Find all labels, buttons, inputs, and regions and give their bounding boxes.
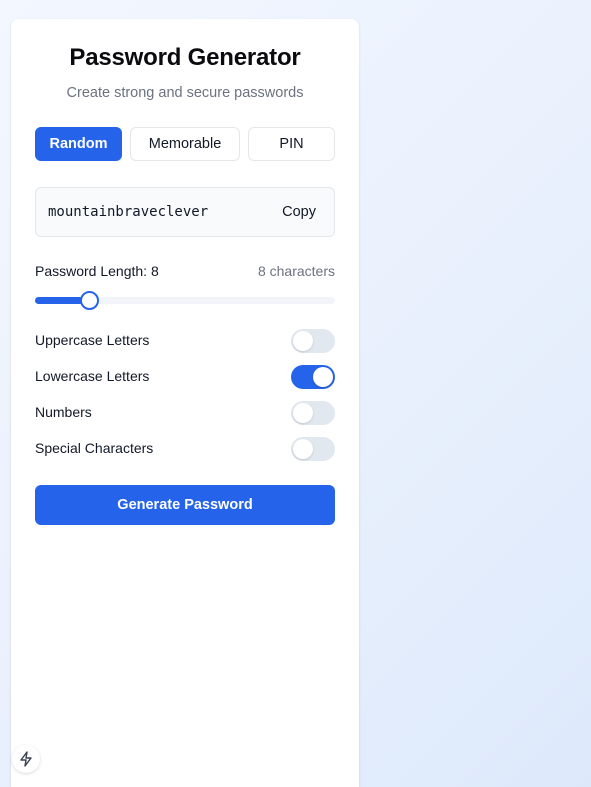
option-label: Uppercase Letters <box>35 332 150 348</box>
toggle-knob <box>293 403 313 423</box>
page-subtitle: Create strong and secure passwords <box>66 85 304 101</box>
option-special-characters: Special Characters <box>35 437 335 461</box>
password-length-count: 8 characters <box>257 263 335 279</box>
toggle-knob <box>293 331 313 351</box>
password-length-label: Password Length: 8 <box>35 263 159 279</box>
copy-button[interactable]: Copy <box>276 202 322 222</box>
lightning-bolt-icon[interactable] <box>12 745 40 773</box>
option-lowercase: Lowercase Letters <box>35 365 335 389</box>
page-title: Password Generator <box>69 44 301 71</box>
option-uppercase: Uppercase Letters <box>35 329 335 353</box>
option-label: Lowercase Letters <box>35 368 150 384</box>
toggle-knob <box>293 439 313 459</box>
option-label: Special Characters <box>35 440 154 456</box>
length-slider-thumb[interactable] <box>80 291 99 310</box>
password-output: mountainbraveclever Copy <box>35 187 335 237</box>
uppercase-toggle[interactable] <box>291 329 335 353</box>
lowercase-toggle[interactable] <box>291 365 335 389</box>
length-slider[interactable] <box>35 291 335 310</box>
generated-password[interactable]: mountainbraveclever <box>48 204 208 220</box>
option-numbers: Numbers <box>35 401 335 425</box>
password-generator-card: Password Generator Create strong and sec… <box>11 19 359 787</box>
tab-random[interactable]: Random <box>35 127 122 161</box>
tab-memorable[interactable]: Memorable <box>130 127 240 161</box>
lightning-bolt-glyph <box>20 751 32 767</box>
tab-pin[interactable]: PIN <box>248 127 335 161</box>
special-characters-toggle[interactable] <box>291 437 335 461</box>
numbers-toggle[interactable] <box>291 401 335 425</box>
generate-password-button[interactable]: Generate Password <box>35 485 335 525</box>
toggle-knob <box>313 367 333 387</box>
option-label: Numbers <box>35 404 92 420</box>
